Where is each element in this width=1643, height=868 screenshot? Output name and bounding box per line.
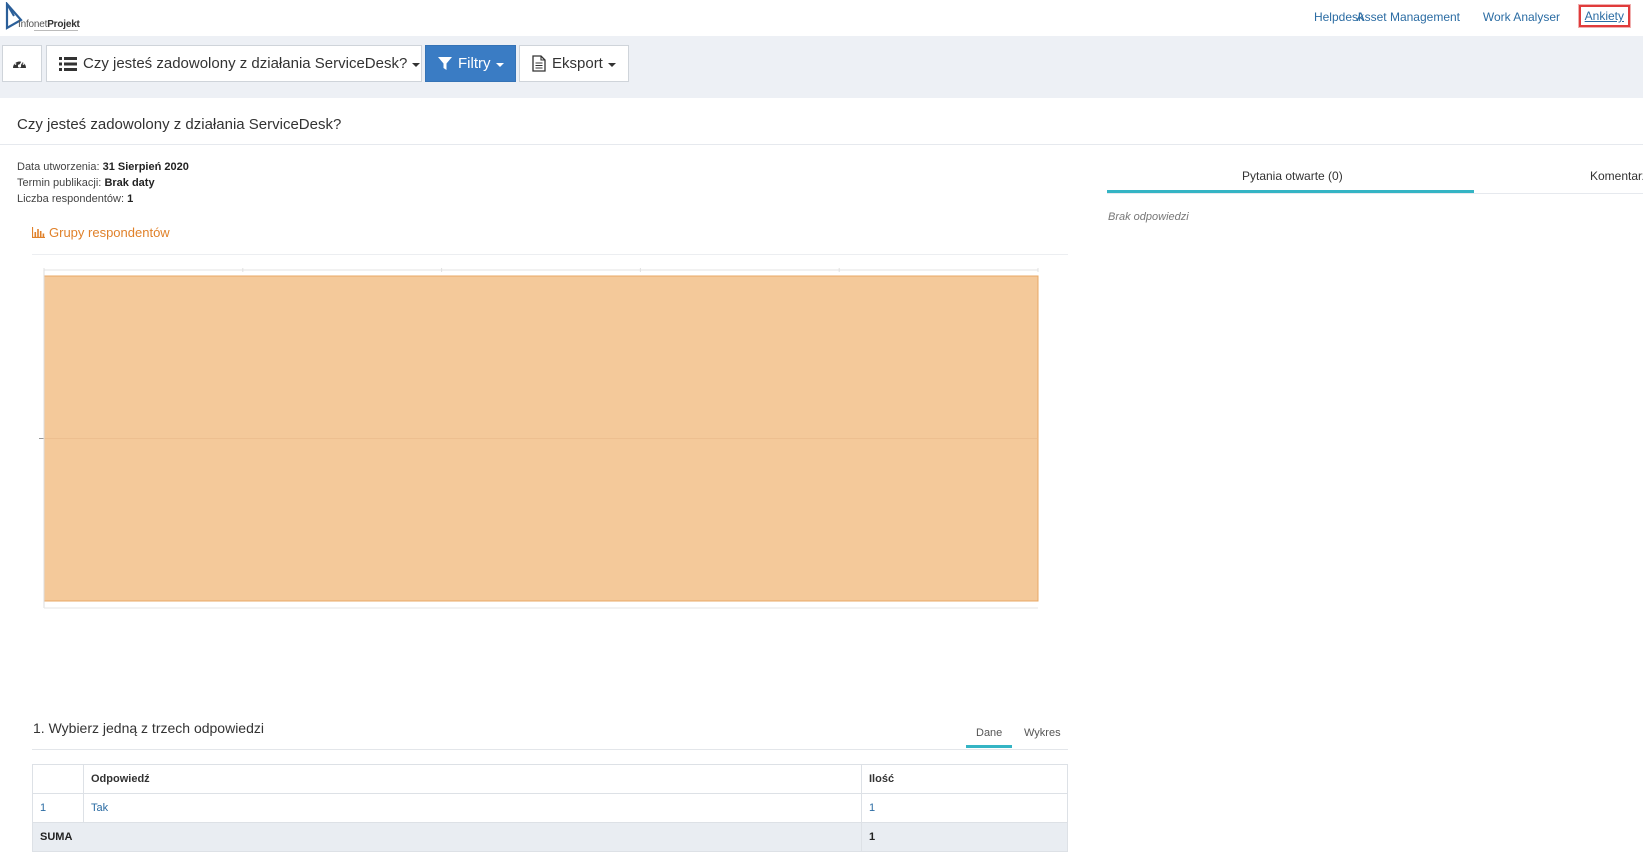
respondent-groups-chart (39, 268, 1039, 609)
meta-respondents-label: Liczba respondentów: (17, 193, 125, 205)
chevron-down-icon (495, 62, 504, 67)
answers-table: Odpowiedź Ilość 1 Tak 1 SUMA 1 (32, 764, 1068, 852)
chevron-down-icon (607, 62, 616, 67)
brand-name-bold: Projekt (47, 19, 80, 30)
question-divider (32, 749, 1068, 750)
sum-label: SUMA (32, 822, 862, 852)
nav-link-asset-management[interactable]: Asset Management (1357, 10, 1460, 24)
brand-logo[interactable]: InfonetProjekt (4, 2, 84, 34)
meta-created-value: 31 Sierpień 2020 (102, 161, 189, 173)
filter-icon (438, 56, 452, 70)
survey-select-label: Czy jesteś zadowolony z działania Servic… (83, 55, 408, 72)
title-divider (0, 144, 1643, 145)
table-header-row: Odpowiedź Ilość (32, 764, 1068, 794)
meta-publish-label: Termin publikacji: (17, 177, 102, 189)
document-icon (532, 55, 546, 72)
column-header-answer: Odpowiedź (83, 764, 862, 794)
right-tabs-divider (1107, 193, 1643, 194)
section-divider (32, 254, 1068, 255)
right-panel-tabs: Pytania otwarte (0) Komentarze (1107, 160, 1643, 194)
empty-state-text: Brak odpowiedzi (1108, 211, 1189, 223)
respondent-groups-link[interactable]: Grupy respondentów (32, 225, 170, 240)
bar-chart-icon (32, 227, 45, 238)
chevron-down-icon (412, 62, 421, 67)
dashboard-button[interactable] (2, 45, 42, 82)
column-header-index (32, 764, 84, 794)
meta-respondents-value: 1 (127, 193, 134, 205)
row-answer[interactable]: Tak (83, 793, 862, 823)
row-count: 1 (861, 793, 1068, 823)
tab-wykres[interactable]: Wykres (1024, 727, 1061, 739)
meta-created: Data utworzenia: 31 Sierpień 2020 (17, 161, 189, 173)
top-navbar: InfonetProjekt Helpdesk Asset Management… (0, 0, 1643, 36)
brand-tagline-line (34, 30, 78, 31)
question-title: 1. Wybierz jedną z trzech odpowiedzi (33, 720, 264, 736)
nav-link-work-analyser[interactable]: Work Analyser (1483, 10, 1560, 24)
filters-button[interactable]: Filtry (425, 45, 516, 82)
brand-name: InfonetProjekt (18, 19, 80, 30)
dashboard-gauge-icon (12, 60, 26, 68)
toolbar: Czy jesteś zadowolony z działania Servic… (0, 36, 1643, 98)
brand-name-light: Infonet (18, 19, 48, 30)
respondent-groups-label: Grupy respondentów (49, 225, 170, 240)
meta-publish: Termin publikacji: Brak daty (17, 177, 155, 189)
export-label: Eksport (552, 55, 603, 72)
export-button[interactable]: Eksport (519, 45, 629, 82)
nav-link-ankiety[interactable]: Ankiety (1578, 5, 1630, 27)
page-title: Czy jesteś zadowolony z działania Servic… (17, 116, 342, 133)
meta-publish-value: Brak daty (104, 177, 155, 189)
active-tab-indicator (966, 745, 1012, 748)
meta-created-label: Data utworzenia: (17, 161, 100, 173)
table-sum-row: SUMA 1 (32, 822, 1068, 852)
tab-comments[interactable]: Komentarze (1590, 169, 1643, 183)
row-index: 1 (32, 793, 84, 823)
survey-select-dropdown[interactable]: Czy jesteś zadowolony z działania Servic… (46, 45, 422, 82)
tab-dane[interactable]: Dane (976, 727, 1002, 739)
table-row: 1 Tak 1 (32, 793, 1068, 823)
tab-open-questions[interactable]: Pytania otwarte (0) (1242, 169, 1343, 183)
list-icon (59, 56, 77, 71)
sum-value: 1 (861, 822, 1068, 852)
column-header-count: Ilość (861, 764, 1068, 794)
filters-label: Filtry (458, 55, 491, 72)
meta-respondents: Liczba respondentów: 1 (17, 193, 133, 205)
